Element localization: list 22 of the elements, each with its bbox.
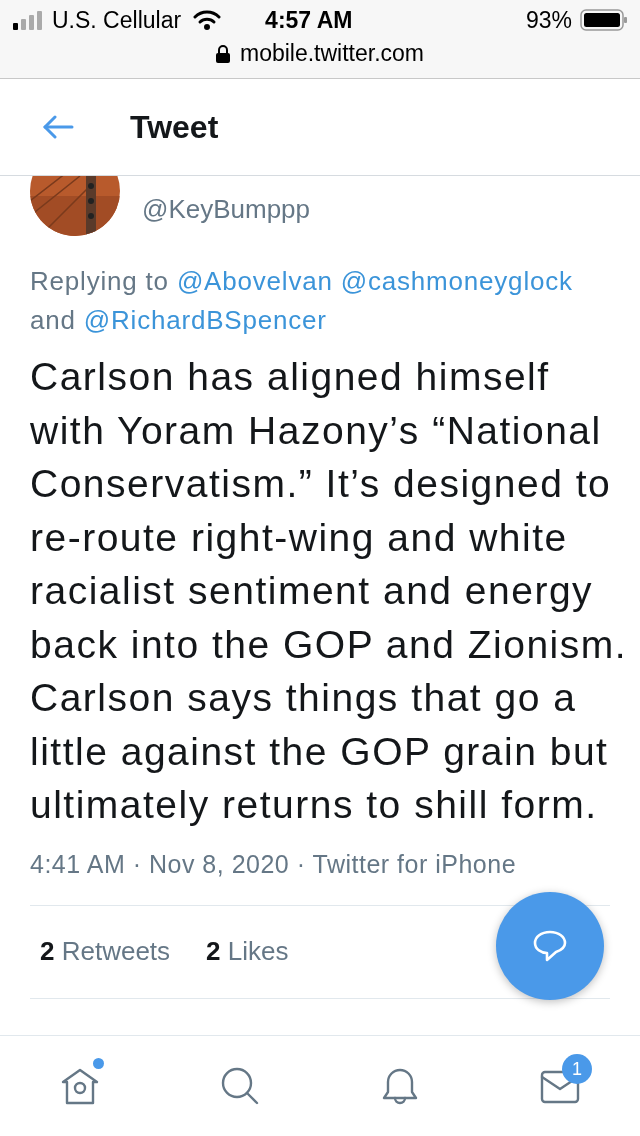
mention-link[interactable]: @RichardBSpencer	[83, 305, 327, 335]
tab-bar-button[interactable]: 1	[530, 1056, 590, 1116]
carrier-name: U.S. Cellular	[52, 6, 182, 34]
speech-bubble-icon	[532, 929, 568, 963]
clock: 4:57 AM	[265, 6, 353, 34]
engagement-count[interactable]: 2 Likes	[206, 936, 289, 967]
wifi-icon	[193, 9, 222, 31]
reply-fab[interactable]	[496, 892, 604, 1000]
tweet-text: Carlson has aligned himself with Yoram Hazony’s “National Conservatism.” It’s designed to re-route right-wing and white racialist sentiment and energy back into the GOP and Zionism. Carlson says things that go a little against the GOP grain but ultimately returns to shill form.	[30, 354, 629, 828]
battery-icon	[580, 9, 628, 31]
notification-badge: 1	[562, 1054, 592, 1084]
page-title: Tweet	[130, 108, 219, 146]
mention-link[interactable]: @Abovelvan	[176, 266, 333, 296]
lock-icon	[215, 44, 230, 63]
engagement-count[interactable]: 2 Retweets	[40, 936, 171, 967]
back-arrow-icon[interactable]	[42, 115, 74, 139]
address-bar-url[interactable]: mobile.twitter.com	[239, 40, 425, 67]
user-handle[interactable]: @KeyBumppp	[142, 194, 311, 236]
mention-link[interactable]: @cashmoneyglock	[340, 266, 573, 296]
battery-percent: 93%	[525, 6, 572, 34]
replying-to-text: Replying to @Abovelvan @cashmoneyglock and @RichardBSpencer	[30, 265, 574, 337]
tweet-timestamp: 4:41 AM · Nov 8, 2020 · Twitter for iPhone	[30, 849, 518, 879]
